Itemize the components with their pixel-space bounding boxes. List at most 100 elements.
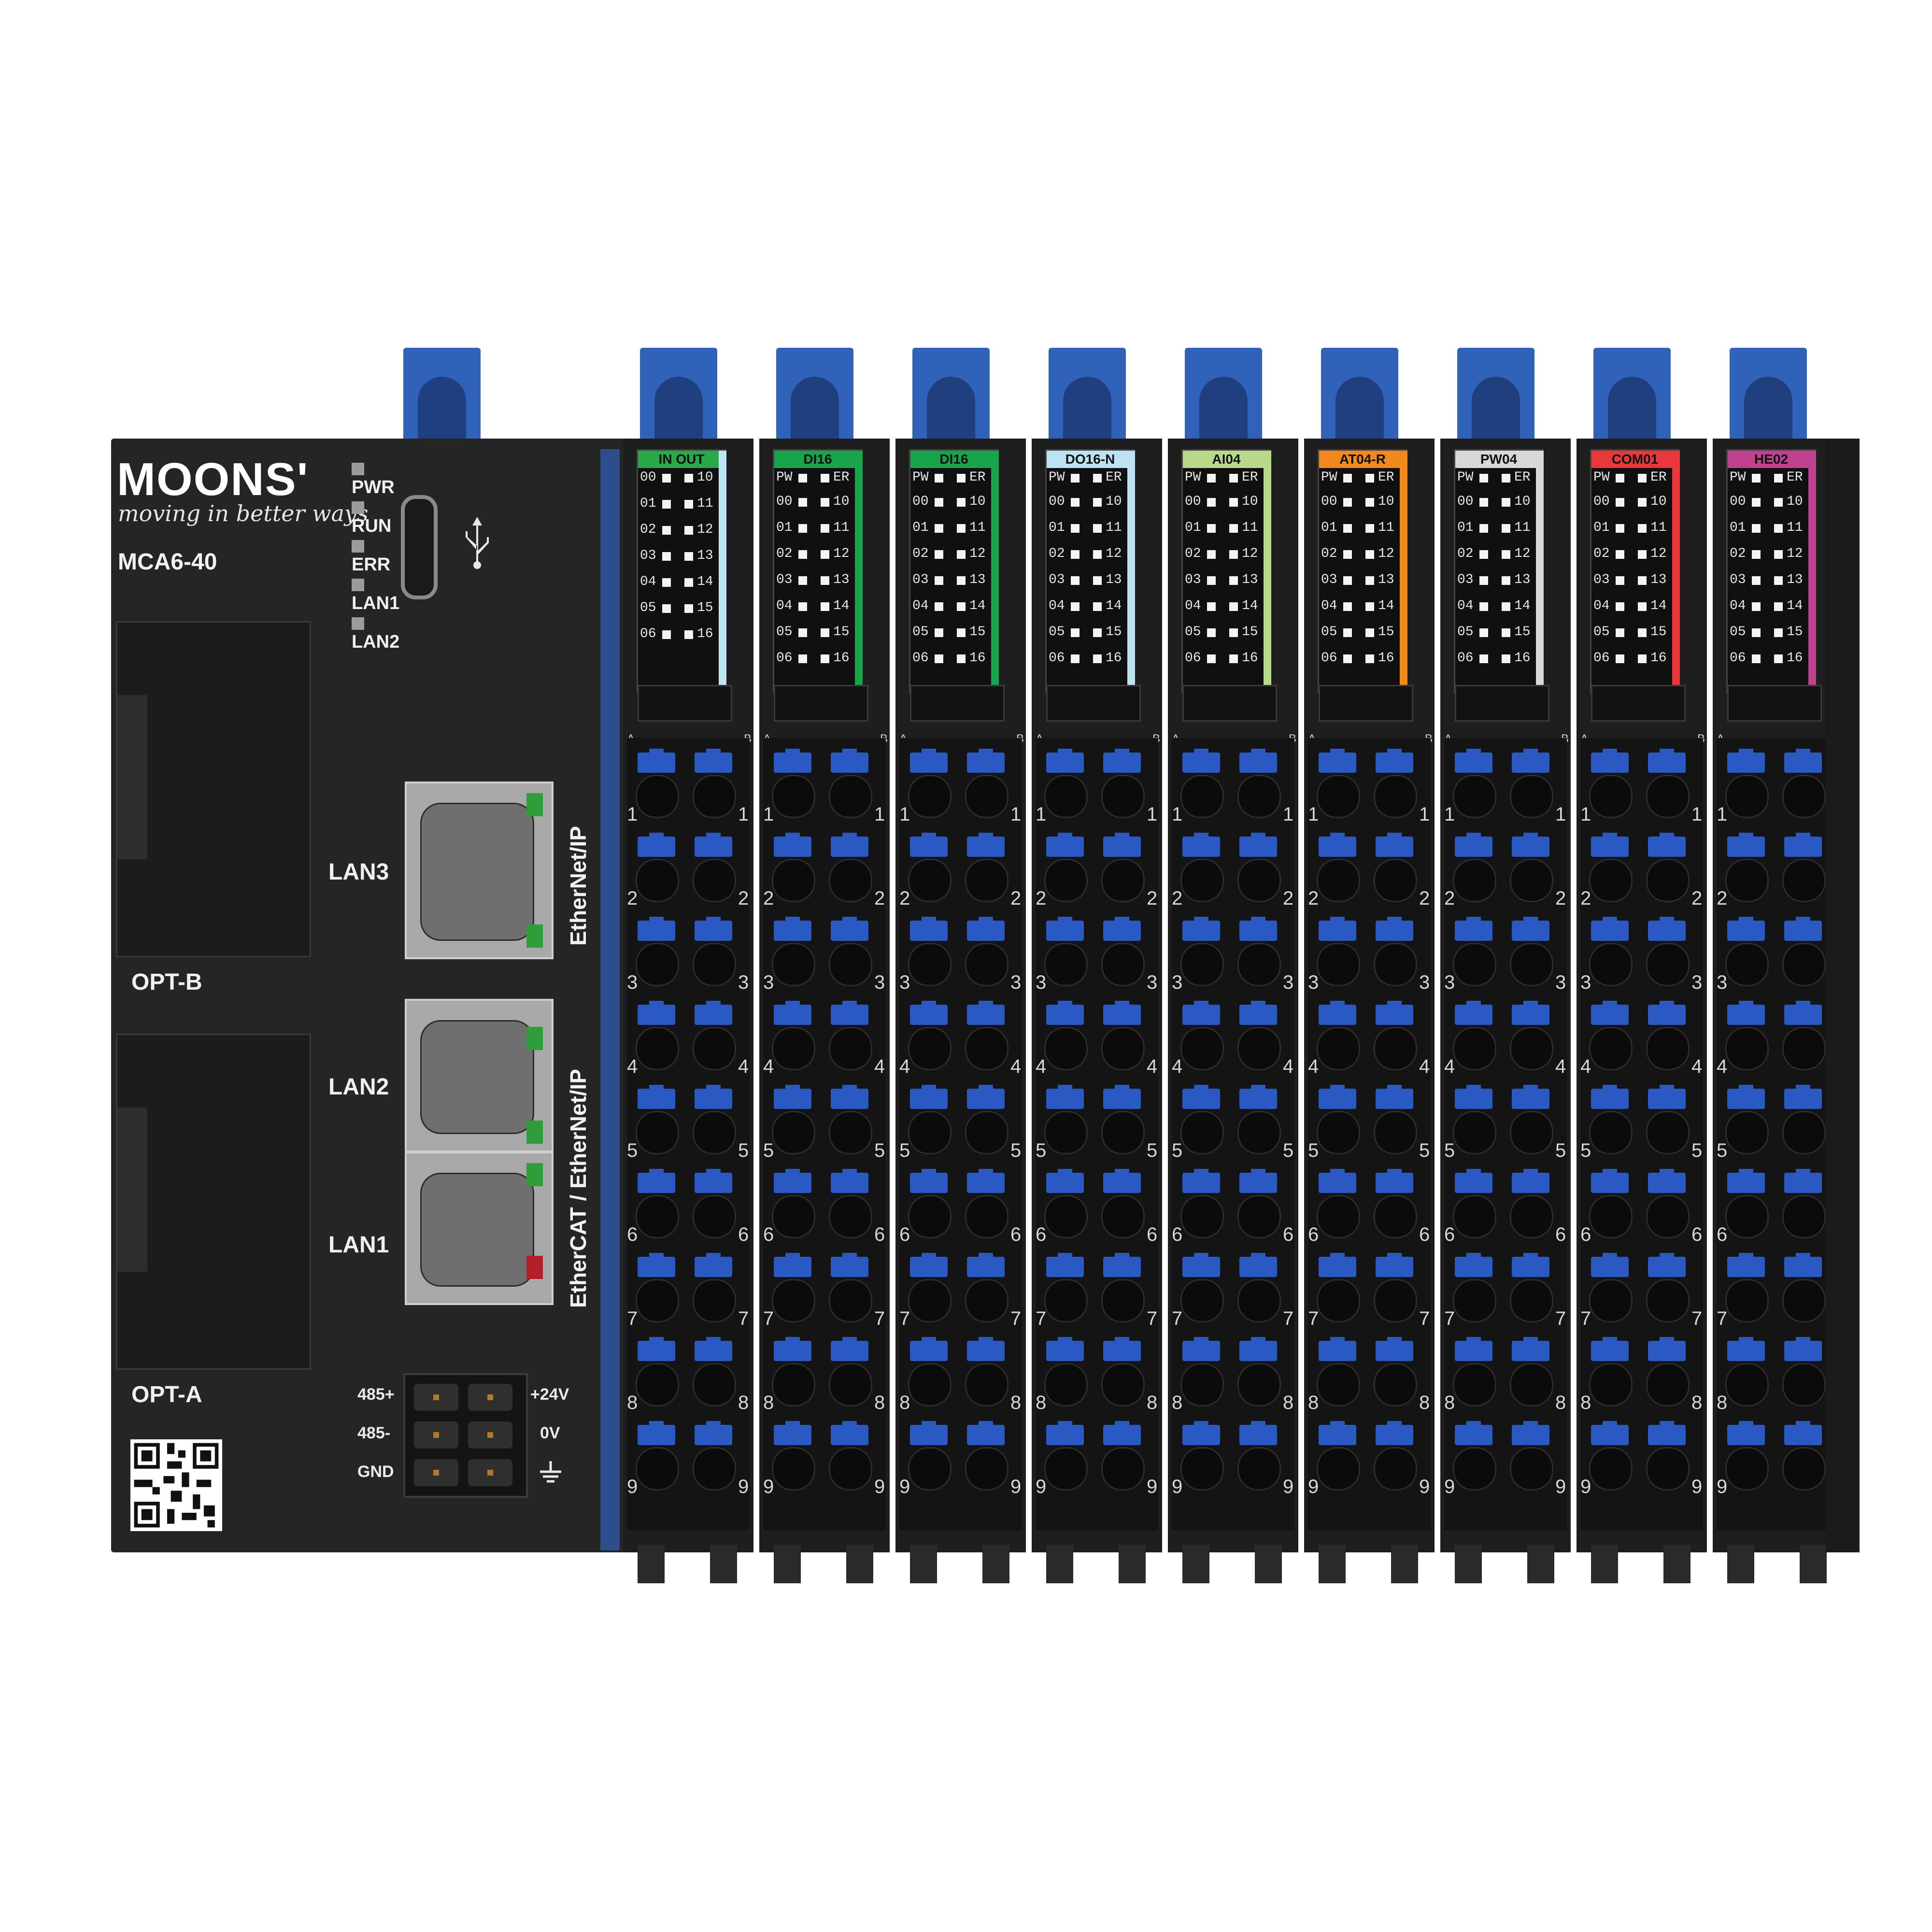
terminal-release-button[interactable] (1512, 749, 1549, 773)
wire-entry-hole[interactable] (1510, 1111, 1553, 1154)
wire-entry-hole[interactable] (772, 1363, 815, 1406)
wire-entry-hole[interactable] (772, 1279, 815, 1322)
wire-entry-hole[interactable] (1725, 859, 1769, 902)
terminal-release-button[interactable] (967, 1421, 1005, 1445)
terminal-release-button[interactable] (1376, 1337, 1413, 1361)
terminal-release-button[interactable] (638, 833, 675, 857)
terminal-release-button[interactable] (1103, 1253, 1141, 1277)
terminal-release-button[interactable] (1455, 917, 1492, 941)
wire-entry-hole[interactable] (693, 1195, 736, 1238)
terminal-release-button[interactable] (638, 1337, 675, 1361)
terminal-release-button[interactable] (695, 1337, 732, 1361)
terminal-release-button[interactable] (1376, 1421, 1413, 1445)
terminal-release-button[interactable] (1648, 1421, 1686, 1445)
panel-latch[interactable] (1455, 685, 1549, 722)
wire-entry-hole[interactable] (1510, 1027, 1553, 1070)
terminal-release-button[interactable] (1103, 1085, 1141, 1109)
wire-entry-hole[interactable] (1725, 1111, 1769, 1154)
wire-entry-hole[interactable] (965, 1027, 1009, 1070)
terminal-release-button[interactable] (695, 1001, 732, 1025)
terminal-release-button[interactable] (1319, 1169, 1356, 1193)
wire-entry-hole[interactable] (1646, 1027, 1690, 1070)
din-rail-latch[interactable] (1049, 348, 1126, 440)
wire-entry-hole[interactable] (1044, 1111, 1088, 1154)
wire-entry-hole[interactable] (1044, 1027, 1088, 1070)
terminal-release-button[interactable] (1727, 917, 1765, 941)
terminal-release-button[interactable] (1319, 1337, 1356, 1361)
wire-entry-hole[interactable] (636, 943, 679, 986)
wire-entry-hole[interactable] (1374, 1111, 1417, 1154)
terminal-release-button[interactable] (1046, 1001, 1084, 1025)
terminal-release-button[interactable] (1512, 1085, 1549, 1109)
terminal-release-button[interactable] (1727, 749, 1765, 773)
io-module[interactable]: PW04PWER0010011102120313041405150616AB11… (1440, 439, 1571, 1583)
wire-entry-hole[interactable] (772, 1447, 815, 1491)
terminal-release-button[interactable] (1455, 833, 1492, 857)
terminal-release-button[interactable] (638, 1169, 675, 1193)
wire-entry-hole[interactable] (1044, 775, 1088, 818)
wire-entry-hole[interactable] (829, 943, 872, 986)
terminal-release-button[interactable] (1727, 1169, 1765, 1193)
io-module[interactable]: IN OUT0010011102120313041405150616AB1122… (623, 439, 753, 1583)
wire-entry-hole[interactable] (908, 1195, 952, 1238)
wire-entry-hole[interactable] (1589, 1363, 1633, 1406)
terminal-release-button[interactable] (1376, 749, 1413, 773)
wire-entry-hole[interactable] (1453, 1363, 1496, 1406)
wire-entry-hole[interactable] (1101, 859, 1145, 902)
terminal-release-button[interactable] (774, 1085, 811, 1109)
terminal-release-button[interactable] (1727, 1421, 1765, 1445)
terminal-release-button[interactable] (695, 1169, 732, 1193)
terminal-release-button[interactable] (638, 1421, 675, 1445)
terminal-release-button[interactable] (1727, 1253, 1765, 1277)
wire-entry-hole[interactable] (1453, 1447, 1496, 1491)
terminal-release-button[interactable] (1591, 917, 1629, 941)
wire-entry-hole[interactable] (1589, 1195, 1633, 1238)
din-rail-latch[interactable] (1185, 348, 1262, 440)
wire-entry-hole[interactable] (1317, 1111, 1360, 1154)
din-rail-latch[interactable] (776, 348, 853, 440)
wire-entry-hole[interactable] (693, 859, 736, 902)
terminal-release-button[interactable] (1103, 749, 1141, 773)
terminal-release-button[interactable] (1182, 1421, 1220, 1445)
terminal-release-button[interactable] (774, 1253, 811, 1277)
terminal-release-button[interactable] (1727, 1001, 1765, 1025)
terminal-release-button[interactable] (1591, 749, 1629, 773)
wire-entry-hole[interactable] (1101, 1195, 1145, 1238)
wire-entry-hole[interactable] (1589, 943, 1633, 986)
terminal-release-button[interactable] (967, 833, 1005, 857)
terminal-release-button[interactable] (1648, 1169, 1686, 1193)
wire-entry-hole[interactable] (1180, 1279, 1224, 1322)
terminal-release-button[interactable] (774, 1337, 811, 1361)
terminal-release-button[interactable] (774, 749, 811, 773)
terminal-release-button[interactable] (1046, 1169, 1084, 1193)
din-rail-latch[interactable] (1593, 348, 1671, 440)
terminal-release-button[interactable] (1046, 917, 1084, 941)
terminal-release-button[interactable] (1103, 1001, 1141, 1025)
wire-entry-hole[interactable] (1101, 1027, 1145, 1070)
terminal-release-button[interactable] (1648, 1085, 1686, 1109)
din-rail-latch[interactable] (912, 348, 990, 440)
panel-latch[interactable] (638, 685, 732, 722)
wire-entry-hole[interactable] (1044, 1279, 1088, 1322)
wire-entry-hole[interactable] (1646, 775, 1690, 818)
wire-entry-hole[interactable] (1374, 775, 1417, 818)
terminal-release-button[interactable] (1455, 1001, 1492, 1025)
terminal-release-button[interactable] (1319, 917, 1356, 941)
wire-entry-hole[interactable] (908, 775, 952, 818)
wire-entry-hole[interactable] (965, 1279, 1009, 1322)
terminal-release-button[interactable] (1239, 917, 1277, 941)
wire-entry-hole[interactable] (1237, 1279, 1281, 1322)
wire-entry-hole[interactable] (908, 1027, 952, 1070)
terminal-release-button[interactable] (910, 1001, 948, 1025)
wire-entry-hole[interactable] (965, 1447, 1009, 1491)
terminal-release-button[interactable] (1239, 1169, 1277, 1193)
wire-entry-hole[interactable] (1044, 1447, 1088, 1491)
wire-entry-hole[interactable] (1101, 1111, 1145, 1154)
wire-entry-hole[interactable] (1782, 859, 1826, 902)
terminal-release-button[interactable] (1239, 1253, 1277, 1277)
terminal-release-button[interactable] (967, 749, 1005, 773)
wire-entry-hole[interactable] (1646, 1111, 1690, 1154)
terminal-release-button[interactable] (910, 1085, 948, 1109)
terminal-release-button[interactable] (831, 1085, 868, 1109)
terminal-release-button[interactable] (1648, 1253, 1686, 1277)
